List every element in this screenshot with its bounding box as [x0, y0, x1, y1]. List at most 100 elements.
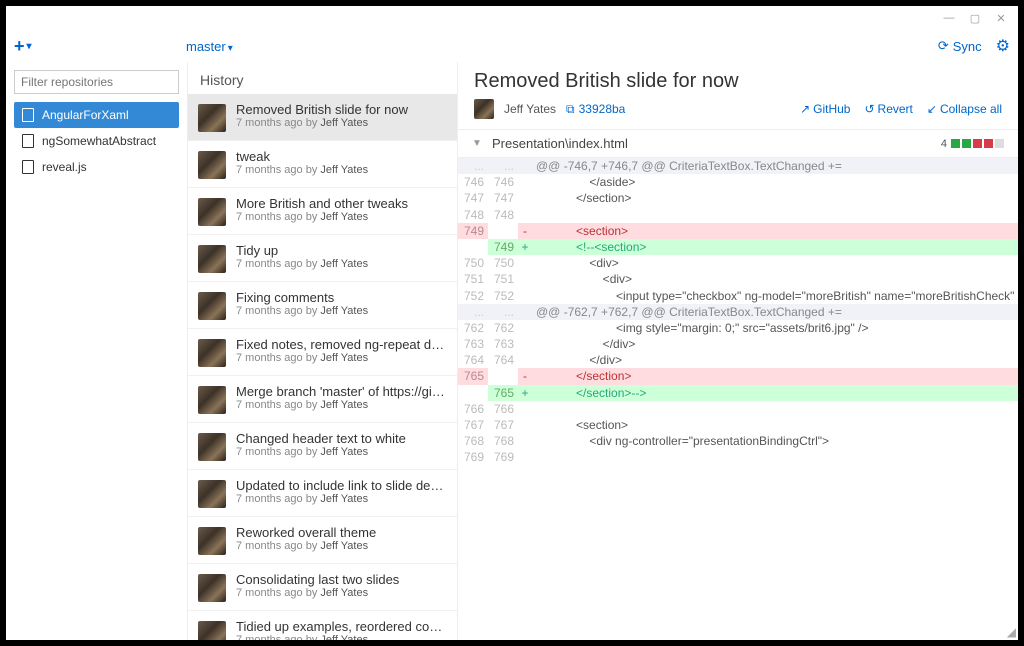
commit-item-meta: 7 months ago by Jeff Yates — [236, 117, 408, 129]
commit-item[interactable]: Tidy up7 months ago by Jeff Yates — [188, 235, 457, 282]
avatar — [198, 245, 226, 273]
commit-title: Removed British slide for now — [474, 70, 1002, 93]
avatar — [198, 480, 226, 508]
diff-line: 769769 — [458, 449, 1018, 465]
avatar — [198, 151, 226, 179]
close-button[interactable]: ✕ — [992, 9, 1010, 27]
diff-line: 746746 </aside> — [458, 174, 1018, 190]
commit-item[interactable]: Tidied up examples, reordered content, e… — [188, 611, 457, 640]
diff-stat: 4 — [941, 138, 1004, 150]
commit-item[interactable]: Reworked overall theme7 months ago by Je… — [188, 517, 457, 564]
commit-item-meta: 7 months ago by Jeff Yates — [236, 446, 406, 458]
commit-item-title: Changed header text to white — [236, 431, 406, 446]
repo-item[interactable]: reveal.js — [14, 154, 179, 180]
commit-item[interactable]: Consolidating last two slides7 months ag… — [188, 564, 457, 611]
diff-line: 765- </section> — [458, 368, 1018, 384]
repo-item[interactable]: ngSomewhatAbstract — [14, 128, 179, 154]
avatar — [198, 104, 226, 132]
diff-line: 751751 <div> — [458, 271, 1018, 287]
diff-line: 765+ </section>--> — [458, 385, 1018, 401]
file-path: Presentation\index.html — [492, 136, 628, 151]
avatar — [198, 527, 226, 555]
revert-button[interactable]: ↺Revert — [864, 102, 912, 116]
diff-line: 762762 <img style="margin: 0;" src="asse… — [458, 320, 1018, 336]
revert-icon: ↺ — [864, 102, 874, 116]
commit-item-title: Updated to include link to slide deck on… — [236, 478, 447, 493]
maximize-button[interactable]: ▢ — [966, 9, 984, 27]
diff-line: 749+ <!--<section> — [458, 239, 1018, 255]
diff-line: 768768 <div ng-controller="presentationB… — [458, 433, 1018, 449]
repo-name: reveal.js — [42, 160, 87, 174]
settings-button[interactable]: ⚙ — [996, 36, 1010, 56]
commit-item[interactable]: Updated to include link to slide deck on… — [188, 470, 457, 517]
collapse-all-button[interactable]: ↙Collapse all — [927, 102, 1002, 116]
commit-item-meta: 7 months ago by Jeff Yates — [236, 258, 368, 270]
diff-line: 750750 <div> — [458, 255, 1018, 271]
repo-icon — [22, 108, 34, 122]
link-icon: ⧉ — [566, 102, 575, 117]
diff-line: ......@@ -762,7 +762,7 @@ CriteriaTextBo… — [458, 304, 1018, 320]
commit-item-title: Consolidating last two slides — [236, 572, 399, 587]
plus-icon: + — [14, 36, 25, 57]
sync-icon: ⟳ — [938, 38, 949, 54]
commit-item-title: More British and other tweaks — [236, 196, 408, 211]
commit-item[interactable]: tweak7 months ago by Jeff Yates — [188, 141, 457, 188]
commit-item-meta: 7 months ago by Jeff Yates — [236, 305, 368, 317]
repo-sidebar: AngularForXaml ngSomewhatAbstract reveal.j… — [6, 62, 188, 640]
add-repo-button[interactable]: +▾ — [14, 36, 32, 57]
commit-item-meta: 7 months ago by Jeff Yates — [236, 352, 447, 364]
collapse-icon: ↙ — [927, 102, 937, 116]
diff-line: 752752 <input type="checkbox" ng-model="… — [458, 288, 1018, 304]
commit-item-title: Fixing comments — [236, 290, 368, 305]
commit-item[interactable]: Fixing comments7 months ago by Jeff Yate… — [188, 282, 457, 329]
avatar — [198, 433, 226, 461]
gear-icon: ⚙ — [996, 38, 1010, 55]
commit-item-meta: 7 months ago by Jeff Yates — [236, 634, 447, 640]
diff-line: ......@@ -746,7 +746,7 @@ CriteriaTextBo… — [458, 158, 1018, 174]
diff-line: 763763 </div> — [458, 336, 1018, 352]
commit-item-meta: 7 months ago by Jeff Yates — [236, 211, 408, 223]
diff-line: 748748 — [458, 207, 1018, 223]
branch-selector[interactable]: master▾ — [186, 39, 233, 54]
commit-item-meta: 7 months ago by Jeff Yates — [236, 493, 447, 505]
diff-line: 749- <section> — [458, 223, 1018, 239]
commit-item-meta: 7 months ago by Jeff Yates — [236, 540, 376, 552]
repo-name: AngularForXaml — [42, 108, 129, 122]
repo-icon — [22, 160, 34, 174]
commit-item[interactable]: More British and other tweaks7 months ag… — [188, 188, 457, 235]
commit-item-title: Tidy up — [236, 243, 368, 258]
commit-author: Jeff Yates — [504, 102, 556, 116]
diff-view: ......@@ -746,7 +746,7 @@ CriteriaTextBo… — [458, 158, 1018, 466]
avatar — [198, 386, 226, 414]
commit-item-title: tweak — [236, 149, 368, 164]
minimize-button[interactable]: — — [940, 9, 958, 27]
avatar — [198, 339, 226, 367]
commit-sha-link[interactable]: ⧉33928ba — [566, 102, 625, 117]
open-github-button[interactable]: ↗GitHub — [800, 102, 850, 116]
diff-line: 767767 <section> — [458, 417, 1018, 433]
commit-item[interactable]: Changed header text to white7 months ago… — [188, 423, 457, 470]
avatar — [198, 621, 226, 640]
avatar — [198, 292, 226, 320]
file-collapse-toggle[interactable]: ▼ — [472, 138, 482, 149]
repo-item[interactable]: AngularForXaml — [14, 102, 179, 128]
sync-button[interactable]: ⟳Sync — [938, 38, 982, 54]
commit-item-meta: 7 months ago by Jeff Yates — [236, 399, 447, 411]
commit-item-title: Fixed notes, removed ng-repeat demo — [236, 337, 447, 352]
external-icon: ↗ — [800, 102, 810, 116]
history-panel: History Removed British slide for now7 m… — [188, 62, 458, 640]
commit-item[interactable]: Removed British slide for now7 months ag… — [188, 94, 457, 141]
avatar — [474, 99, 494, 119]
diff-line: 747747 </section> — [458, 190, 1018, 206]
resize-handle[interactable]: ◢ — [1007, 626, 1016, 638]
history-title: History — [188, 62, 457, 94]
commit-item-meta: 7 months ago by Jeff Yates — [236, 164, 368, 176]
diff-line: 764764 </div> — [458, 352, 1018, 368]
avatar — [198, 198, 226, 226]
commit-item[interactable]: Fixed notes, removed ng-repeat demo7 mon… — [188, 329, 457, 376]
diff-line: 766766 — [458, 401, 1018, 417]
commit-item[interactable]: Merge branch 'master' of https://github.… — [188, 376, 457, 423]
caret-down-icon: ▾ — [228, 43, 233, 54]
filter-repos-input[interactable] — [14, 70, 179, 94]
titlebar: — ▢ ✕ — [6, 6, 1018, 30]
